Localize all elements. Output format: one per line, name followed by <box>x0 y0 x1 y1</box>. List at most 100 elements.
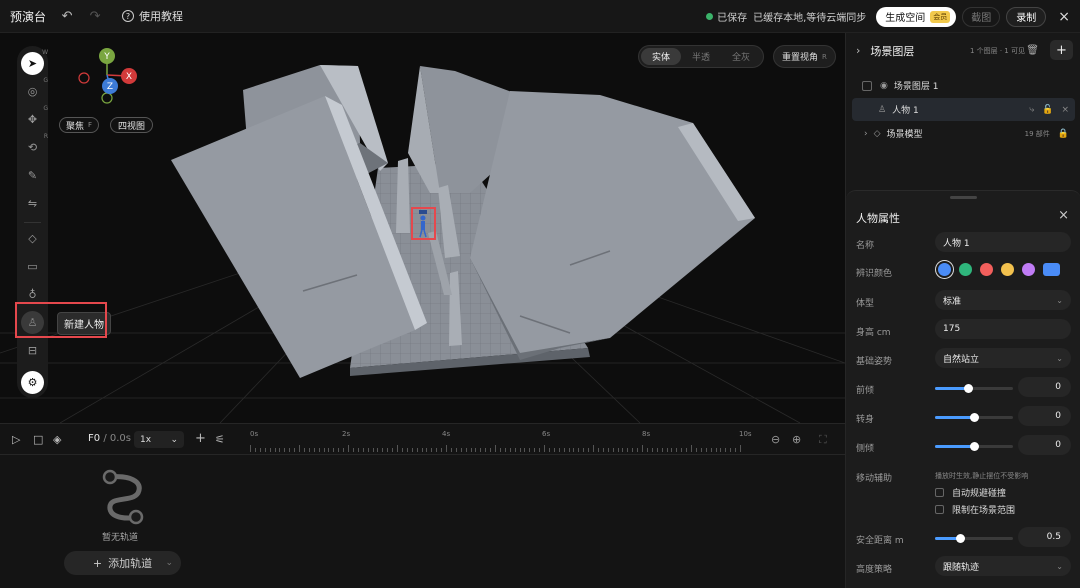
record-button[interactable]: 录制 <box>1006 6 1047 27</box>
zoom-in-icon[interactable]: ⊕ <box>792 433 801 446</box>
add-track-button[interactable]: + 添加轨道 ⌄ <box>64 551 181 575</box>
reset-view-button[interactable]: 重置视角 R <box>773 45 836 68</box>
tilt-slider[interactable] <box>935 442 1013 451</box>
ruler-tick <box>264 448 266 452</box>
neg-y-axis-icon[interactable] <box>101 92 113 104</box>
close-icon[interactable]: × <box>1058 208 1069 223</box>
ruler-tick <box>617 448 619 452</box>
fit-icon[interactable]: ⛶ <box>819 433 827 447</box>
rotate-tool[interactable]: ⟲ R <box>21 133 48 159</box>
limit-scene-label: 限制在场景范围 <box>952 506 1016 516</box>
ruler-tick <box>421 448 423 452</box>
path-icon[interactable]: ⤷ <box>1029 105 1034 115</box>
focus-button[interactable]: 聚焦 F <box>59 117 100 133</box>
settings-tool[interactable]: ⚙ <box>21 371 44 394</box>
checkbox-box[interactable] <box>935 505 944 514</box>
screenshot-button[interactable]: 截图 <box>962 6 1001 27</box>
tilt-value[interactable]: 0 <box>1018 435 1071 455</box>
eye-icon[interactable]: ◉ <box>880 81 888 91</box>
camera-tool[interactable]: ▭ <box>21 255 44 278</box>
3d-viewport[interactable]: Y X Z 聚焦 F 四视图 实体 半透 全灰 重置视角 R ➤ W ◎ G ✥… <box>0 33 845 423</box>
redo-icon[interactable]: ↷ <box>88 9 102 24</box>
lock-icon[interactable]: 🔓 <box>1042 105 1053 115</box>
drag-handle[interactable] <box>950 196 977 199</box>
turn-slider[interactable] <box>935 413 1013 422</box>
remove-icon[interactable]: × <box>1061 105 1069 115</box>
move-tool[interactable]: ✥ G <box>21 105 48 131</box>
lean-slider[interactable] <box>935 384 1013 393</box>
layer-row-character-1[interactable]: ♙ 人物 1 ⤷ 🔓 × <box>852 98 1075 121</box>
orbit-tool[interactable]: ◎ G <box>21 77 48 103</box>
name-label: 名称 <box>856 241 875 251</box>
view-mode-translucent[interactable]: 半透 <box>681 48 721 65</box>
compass-icon: ◎ <box>27 85 38 98</box>
ruler-tick <box>627 448 629 452</box>
play-icon[interactable]: ▷ <box>12 433 20 446</box>
name-input[interactable]: 人物 1 <box>935 232 1071 252</box>
height-input[interactable]: 175 <box>935 319 1071 339</box>
ruler-tick <box>646 448 648 452</box>
cube-tool[interactable]: ◇ <box>21 227 44 250</box>
speed-select[interactable]: 1x ⌄ <box>134 431 184 448</box>
axis-gizmo[interactable]: Y X Z <box>74 45 144 107</box>
undo-icon[interactable]: ↶ <box>60 9 74 24</box>
safe-distance-value[interactable]: 0.5 <box>1018 527 1071 547</box>
lean-value[interactable]: 0 <box>1018 377 1071 397</box>
view-mode-solid[interactable]: 实体 <box>641 48 682 65</box>
saved-dot-icon <box>706 13 714 20</box>
ruler-tick <box>661 448 663 452</box>
path-tool[interactable]: ⇋ <box>21 192 44 215</box>
custom-color-swatch[interactable] <box>1043 263 1060 276</box>
view-mode-gray[interactable]: 全灰 <box>721 48 761 65</box>
layer-row-scene-1[interactable]: ◉ 场景图层 1 <box>852 74 1075 97</box>
checkbox-box[interactable] <box>935 488 944 497</box>
character-highlight-box <box>411 207 436 240</box>
color-swatch-blue[interactable] <box>938 263 951 276</box>
ruler-tick <box>568 448 570 452</box>
move-assist-label: 移动辅助 <box>856 474 893 484</box>
zoom-out-icon[interactable]: ⊖ <box>771 433 780 446</box>
ruler-tick <box>475 448 477 452</box>
height-policy-select[interactable]: 跟随轨迹 ⌄ <box>935 556 1071 576</box>
lock-icon[interactable]: 🔒 <box>1058 129 1069 139</box>
chevron-right-icon[interactable]: › <box>856 44 860 57</box>
keyframe-icon[interactable]: ◈ <box>53 433 61 446</box>
color-swatch-yellow[interactable] <box>1001 263 1014 276</box>
body-type-select[interactable]: 标准 ⌄ <box>935 290 1071 310</box>
trash-icon[interactable]: 🗑 <box>1026 45 1039 56</box>
turn-value[interactable]: 0 <box>1018 406 1071 426</box>
color-swatch-green[interactable] <box>959 263 972 276</box>
limit-scene-checkbox[interactable]: 限制在场景范围 <box>935 503 1015 516</box>
close-icon[interactable]: × <box>1058 9 1070 25</box>
auto-avoid-checkbox[interactable]: 自动规避碰撞 <box>935 486 1006 499</box>
quad-view-button[interactable]: 四视图 <box>110 117 154 133</box>
pen-tool[interactable]: ✎ <box>21 164 44 187</box>
pose-select[interactable]: 自然站立 ⌄ <box>935 348 1071 368</box>
select-tool[interactable]: ➤ W <box>21 49 48 75</box>
add-layer-button[interactable]: + <box>1050 40 1073 60</box>
layer-row-scene-model[interactable]: › ◇ 场景模型 19 部件 🔒 <box>852 122 1075 145</box>
ruler-tick <box>681 448 683 452</box>
time-ruler[interactable]: 0s 2s 4s 6s 8s 10s <box>246 424 756 455</box>
layer-checkbox[interactable] <box>862 80 872 91</box>
add-icon[interactable]: + <box>195 431 206 446</box>
slider-handle[interactable] <box>970 442 979 451</box>
generate-space-button[interactable]: 生成空间 会员 <box>876 6 957 27</box>
body-type-value: 标准 <box>943 296 962 307</box>
neg-x-axis-icon[interactable] <box>78 72 90 84</box>
ruler-tick <box>485 448 487 452</box>
import-tool[interactable]: ⊟ <box>21 339 44 362</box>
track-settings-icon[interactable]: ⚟ <box>215 433 225 446</box>
tutorial-link[interactable]: ? 使用教程 <box>122 8 183 24</box>
stop-icon[interactable]: □ <box>33 433 43 446</box>
tool-separator <box>24 222 41 223</box>
color-swatch-red[interactable] <box>980 263 993 276</box>
safe-distance-slider[interactable] <box>935 534 1013 543</box>
slider-handle[interactable] <box>963 384 973 393</box>
layer-label: 人物 1 <box>892 106 919 116</box>
slider-handle[interactable] <box>970 413 979 422</box>
color-swatch-purple[interactable] <box>1022 263 1035 276</box>
chevron-right-icon[interactable]: › <box>864 129 868 139</box>
speed-value: 1x <box>140 434 152 445</box>
slider-handle[interactable] <box>955 534 965 543</box>
